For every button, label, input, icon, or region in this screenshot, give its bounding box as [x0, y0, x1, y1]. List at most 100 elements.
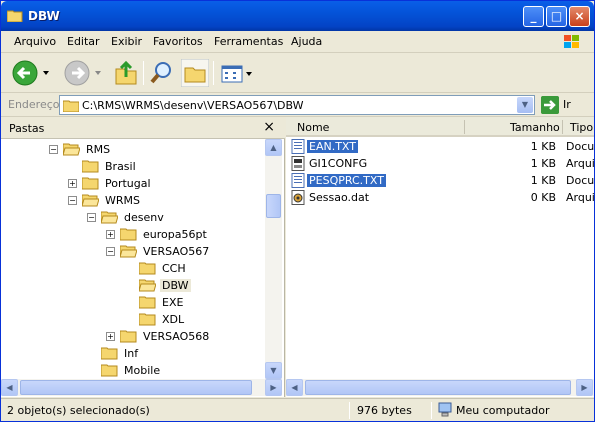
- file-row[interactable]: Sessao.dat 0 KB Arqui: [286, 189, 594, 206]
- status-size: 976 bytes: [357, 404, 412, 417]
- status-selection: 2 objeto(s) selecionado(s): [7, 404, 150, 417]
- forward-button[interactable]: [63, 59, 103, 87]
- tree-item-label: CCH: [162, 262, 186, 275]
- tree-item-label: DBW: [160, 279, 191, 292]
- tree-vertical-scrollbar[interactable]: ▲ ▼: [265, 139, 282, 379]
- folder-open-icon: [101, 211, 118, 224]
- address-label: Endereço: [8, 98, 60, 111]
- tree-item-label: desenv: [124, 211, 164, 224]
- collapse-icon[interactable]: −: [106, 247, 115, 256]
- file-name: Sessao.dat: [309, 191, 370, 204]
- column-name[interactable]: Nome: [297, 121, 329, 134]
- search-button[interactable]: [149, 59, 175, 87]
- column-headers: Nome Tamanho Tipo: [286, 117, 594, 137]
- scroll-right-button[interactable]: ▶: [265, 379, 282, 396]
- go-arrow-icon[interactable]: [541, 96, 559, 114]
- tree-item-label: XDL: [162, 313, 185, 326]
- address-dropdown-button[interactable]: ▼: [517, 97, 533, 113]
- text-file-icon: [291, 173, 305, 188]
- file-list-pane: Nome Tamanho Tipo EAN.TXT 1 KB Docu GI1C…: [286, 117, 594, 397]
- folder-icon: [82, 177, 99, 190]
- menu-exibir[interactable]: Exibir: [111, 35, 142, 48]
- scroll-thumb[interactable]: [266, 194, 281, 218]
- windows-logo-icon: [564, 35, 579, 48]
- file-size: 1 KB: [530, 140, 556, 153]
- status-divider: [349, 402, 350, 419]
- toolbar-separator: [143, 61, 144, 85]
- scroll-thumb[interactable]: [20, 380, 252, 395]
- menu-favoritos[interactable]: Favoritos: [153, 35, 203, 48]
- status-bar: 2 objeto(s) selecionado(s) 976 bytes Meu…: [1, 398, 594, 421]
- file-type: Docu: [566, 140, 595, 153]
- text-file-icon: [291, 139, 305, 154]
- file-name: EAN.TXT: [307, 140, 358, 153]
- file-type: Arqui: [566, 157, 595, 170]
- address-input[interactable]: C:\RMS\WRMS\desenv\VERSAO567\DBW ▼: [59, 95, 535, 115]
- menu-editar[interactable]: Editar: [67, 35, 100, 48]
- file-name: GI1CONFG: [309, 157, 368, 170]
- tree-horizontal-scrollbar[interactable]: ◀ ▶: [1, 379, 282, 396]
- file-size: 1 KB: [530, 174, 556, 187]
- window-title: DBW: [28, 9, 60, 23]
- column-divider[interactable]: [562, 120, 563, 134]
- menu-ferramentas[interactable]: Ferramentas: [214, 35, 283, 48]
- folder-icon: [139, 262, 156, 275]
- folder-icon: [139, 313, 156, 326]
- files-horizontal-scrollbar[interactable]: ◀ ▶: [286, 379, 594, 396]
- file-row[interactable]: EAN.TXT 1 KB Docu: [286, 138, 594, 155]
- file-type: Docu: [566, 174, 595, 187]
- folders-button[interactable]: [181, 59, 209, 87]
- config-file-icon: [291, 156, 305, 171]
- file-row[interactable]: PESQPRC.TXT 1 KB Docu: [286, 172, 594, 189]
- tree-item-label: Brasil: [105, 160, 136, 173]
- file-row[interactable]: GI1CONFG 1 KB Arqui: [286, 155, 594, 172]
- scroll-left-button[interactable]: ◀: [1, 379, 18, 396]
- go-button[interactable]: Ir: [563, 98, 571, 111]
- minimize-button[interactable]: _: [523, 6, 544, 27]
- column-size[interactable]: Tamanho: [510, 121, 560, 134]
- folders-pane-header: Pastas ×: [1, 117, 285, 139]
- folders-pane-title: Pastas: [9, 122, 45, 135]
- file-type: Arqui: [566, 191, 595, 204]
- expand-icon[interactable]: +: [106, 230, 115, 239]
- folder-icon: [7, 10, 23, 22]
- menu-ajuda[interactable]: Ajuda: [291, 35, 322, 48]
- scroll-down-button[interactable]: ▼: [265, 362, 282, 379]
- status-divider: [431, 402, 432, 419]
- expand-icon[interactable]: +: [68, 179, 77, 188]
- scroll-right-button[interactable]: ▶: [576, 379, 593, 396]
- scroll-thumb[interactable]: [305, 380, 571, 395]
- toolbar: [1, 53, 594, 93]
- file-size: 1 KB: [530, 157, 556, 170]
- tree-item-label: WRMS: [105, 194, 140, 207]
- expand-icon[interactable]: +: [106, 332, 115, 341]
- menu-arquivo[interactable]: Arquivo: [14, 35, 56, 48]
- file-size: 0 KB: [530, 191, 556, 204]
- column-type[interactable]: Tipo: [570, 121, 593, 134]
- folder-open-icon: [82, 194, 99, 207]
- status-location: Meu computador: [456, 404, 550, 417]
- file-name: PESQPRC.TXT: [307, 174, 386, 187]
- scroll-left-button[interactable]: ◀: [286, 379, 303, 396]
- up-folder-button[interactable]: [113, 59, 139, 87]
- address-path: C:\RMS\WRMS\desenv\VERSAO567\DBW: [82, 99, 304, 112]
- scroll-up-button[interactable]: ▲: [265, 139, 282, 156]
- collapse-icon[interactable]: −: [87, 213, 96, 222]
- folder-icon: [63, 100, 79, 112]
- title-bar[interactable]: DBW _ □ ×: [1, 1, 594, 31]
- folder-open-icon: [63, 143, 80, 156]
- collapse-icon[interactable]: −: [49, 145, 58, 154]
- close-button[interactable]: ×: [569, 6, 590, 27]
- close-icon[interactable]: ×: [263, 119, 275, 135]
- folder-icon: [101, 364, 118, 377]
- folder-open-icon: [139, 279, 156, 292]
- maximize-button[interactable]: □: [546, 6, 567, 27]
- folder-icon: [101, 347, 118, 360]
- tree-item-label: Mobile: [124, 364, 161, 377]
- views-button[interactable]: [219, 59, 255, 87]
- back-button[interactable]: [11, 59, 51, 87]
- tree-item-label: Portugal: [105, 177, 151, 190]
- column-divider[interactable]: [464, 120, 465, 134]
- collapse-icon[interactable]: −: [68, 196, 77, 205]
- tree-item-label: VERSAO568: [143, 330, 210, 343]
